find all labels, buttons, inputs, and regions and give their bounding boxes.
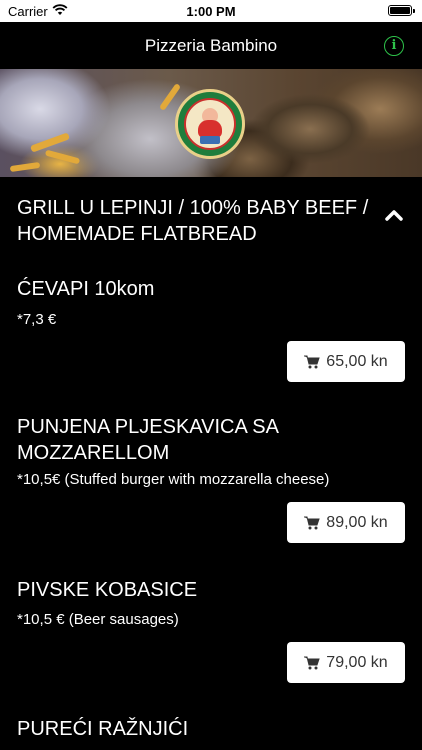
menu-item-description: *7,3 € bbox=[17, 311, 57, 328]
price-label: 79,00 kn bbox=[326, 653, 388, 671]
chevron-up-icon[interactable] bbox=[384, 208, 404, 222]
cart-icon bbox=[304, 516, 320, 529]
page-title: Pizzeria Bambino bbox=[144, 36, 278, 55]
battery-icon bbox=[388, 5, 415, 16]
menu-item-name: PUNJENA PLJESKAVICA SA MOZZARELLOM bbox=[17, 416, 278, 464]
restaurant-logo bbox=[175, 89, 245, 159]
cart-icon bbox=[304, 355, 320, 368]
add-to-cart-button[interactable]: 79,00 kn bbox=[287, 642, 405, 683]
menu-item-description: *10,5 € (Beer sausages) bbox=[17, 611, 179, 628]
status-bar: Carrier 1:00 PM bbox=[0, 0, 422, 22]
menu-item-name: ĆEVAPI 10kom bbox=[17, 278, 155, 300]
status-time: 1:00 PM bbox=[186, 4, 236, 19]
category-header[interactable]: GRILL U LEPINJI / 100% BABY BEEF / HOMEM… bbox=[0, 177, 422, 247]
add-to-cart-button[interactable]: 89,00 kn bbox=[287, 502, 405, 543]
navigation-bar: Pizzeria Bambino i bbox=[0, 22, 422, 69]
info-icon[interactable]: i bbox=[384, 36, 404, 56]
price-label: 65,00 kn bbox=[326, 352, 388, 370]
price-label: 89,00 kn bbox=[326, 513, 388, 531]
add-to-cart-button[interactable]: 65,00 kn bbox=[287, 341, 405, 382]
menu-item-name: PIVSKE KOBASICE bbox=[17, 579, 198, 601]
menu-item-name: PUREĆI RAŽNJIĆI bbox=[17, 718, 189, 740]
category-title: GRILL U LEPINJI / 100% BABY BEEF / HOMEM… bbox=[17, 197, 369, 245]
cart-icon bbox=[304, 656, 320, 669]
menu-item-description: *10,5€ (Stuffed burger with mozzarella c… bbox=[17, 471, 330, 488]
